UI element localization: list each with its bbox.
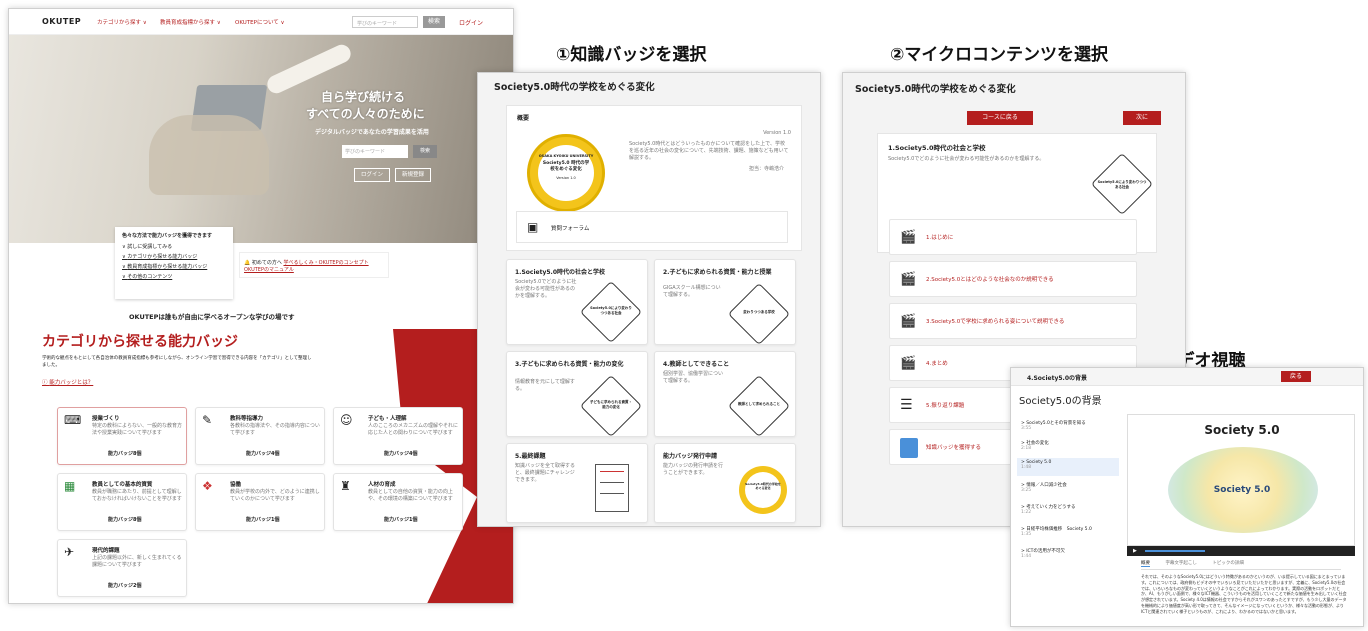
micro-content-item[interactable]: 🎬 1.はじめに [889, 219, 1137, 255]
header: OKUTEP カテゴリから探す ∨ 教員育成指標から探す ∨ OKUTEPについ… [9, 9, 513, 35]
tagline: OKUTEPは誰もが自由に学べるオープンな学びの場です [129, 313, 295, 321]
category-card[interactable]: ♜ 人材の育成 教員としての自他の資質・能力の向上や、その環境の構築について学び… [333, 473, 463, 531]
ways-item[interactable]: ∨ カテゴリから探せる能力バッジ [122, 253, 226, 260]
ability-badge-medal: Society5.0時代の学校をめぐる変化 [739, 466, 787, 514]
blackboard-icon: ▦ [64, 479, 76, 493]
search-input[interactable]: 学びのキーワード [352, 16, 418, 28]
collaboration-icon: ❖ [202, 479, 213, 493]
category-card[interactable]: ✎ 教科等指導力 各教科の指導法や、その指導内容について学びます 能力バッジ4個 [195, 407, 325, 465]
video-controls[interactable]: ▶ [1127, 546, 1355, 556]
step-2-label: ②マイクロコンテンツを選択 [890, 45, 1109, 65]
first-time-box: 🔔 初めての方へ 学べるしくみ・OKUTEPのコンセプト OKUTEPのマニュア… [239, 252, 389, 278]
chapter-item[interactable]: > 情報／人口減少社会 3:25 [1021, 482, 1067, 493]
video-title: Society5.0の背景 [1019, 396, 1102, 407]
video-player[interactable]: Society 5.0 Society 5.0 [1127, 414, 1355, 546]
micro-page-title: Society5.0時代の学校をめぐる変化 [855, 84, 1016, 95]
category-card[interactable]: ☺ 子ども・人理解 人のこころのメカニズムの理解やそれに応じた人との関わりについ… [333, 407, 463, 465]
chapter-list: > Society5.0とその背景を知る 3:55 > 社会の変化 2:18 > S… [1015, 416, 1121, 566]
badge-page-title: Society5.0時代の学校をめぐる変化 [494, 82, 655, 93]
people-icon: ☺ [340, 413, 353, 427]
bell-icon: 🔔 [244, 260, 251, 266]
version-label: Version 1.0 [763, 130, 791, 136]
nav-category[interactable]: カテゴリから探す ∨ [97, 18, 147, 26]
clapperboard-icon: 🎬 [900, 356, 917, 371]
logo[interactable]: OKUTEP [42, 17, 81, 26]
chapter-item[interactable]: > Society5.0とその背景を知る 3:55 [1021, 420, 1086, 431]
video-screen: 4.Society5.0の背景 戻る Society5.0の背景 > Socie… [1010, 367, 1364, 627]
back-to-course-button[interactable]: コースに戻る [967, 111, 1033, 125]
video-tabs: 概要 字幕文字起こし トピックの詳細 [1141, 560, 1341, 570]
checklist-icon [595, 464, 629, 512]
what-badge-link[interactable]: ⓘ 能力バッジとは？ [42, 378, 93, 386]
category-title: カテゴリから探せる能力バッジ [42, 334, 238, 350]
ways-title: 色々な方法で能力バッジを獲得できます [122, 233, 213, 239]
search-button[interactable]: 検索 [423, 16, 445, 28]
video-back-button[interactable]: 戻る [1281, 371, 1311, 382]
overview-label: 概要 [517, 115, 530, 122]
tab-topics[interactable]: トピックの詳細 [1212, 561, 1244, 566]
category-card[interactable]: ⌨ 授業づくり 特定の教科によらない、一般的な教育方法や授業実践について学びます… [57, 407, 187, 465]
category-card[interactable]: ▦ 教員としての基本的資質 教員が職務にあたり、前提として理解しておかなければい… [57, 473, 187, 531]
modern-issue-icon: ✈ [64, 545, 75, 559]
chapter-item[interactable]: > 社会の変化 2:18 [1021, 440, 1049, 451]
slide-title: Society 5.0 [1204, 423, 1280, 437]
forum-link[interactable]: ▣ 質問フォーラム [516, 211, 788, 243]
document-icon [900, 438, 918, 458]
micro-content-item[interactable]: 🎬 2.Society5.0とはどのような社会なのか説明できる [889, 261, 1137, 297]
slide-center-label: Society 5.0 [1213, 485, 1271, 495]
list-icon: ☰ [900, 397, 913, 413]
chapter-item[interactable]: > ICTの活用が不可欠 1:44 [1021, 548, 1065, 559]
hero-title-2: すべての人々のために [306, 107, 425, 121]
ways-item[interactable]: ∨ 教員育成指標から探せる能力バッジ [122, 263, 226, 270]
badge-medal: OSAKA KYOIKU UNIVERSITY Society5.0 時代の学校… [527, 134, 605, 212]
forum-icon: ▣ [527, 220, 539, 234]
chapter-item-active[interactable]: > Society 5.0 1:48 [1017, 458, 1119, 476]
progress-bar[interactable] [1145, 550, 1205, 552]
category-card[interactable]: ❖ 協働 教員が学校の内外で、どのように連携していくのかについて学びます 能力バ… [195, 473, 325, 531]
first-time-label: 初めての方へ [251, 260, 282, 266]
knowledge-badge-card[interactable]: 4.教師としてできること 個別学習、協働学習について理解する。 教師として求めら… [654, 351, 796, 438]
classroom-icon: ⌨ [64, 413, 82, 427]
home-screen: OKUTEP カテゴリから探す ∨ 教員育成指標から探す ∨ OKUTEPについ… [8, 8, 514, 604]
category-card[interactable]: ✈ 現代的課題 上記の課題以外に、新しく生まれてくる課題について学びます 能力バ… [57, 539, 187, 597]
badge-description: Society5.0時代とはどういったものかについて確認をした上で、学校を巡る近… [629, 141, 789, 161]
nav-about[interactable]: OKUTEPについて ∨ [235, 18, 285, 26]
knowledge-badge-card[interactable]: 1.Society5.0時代の社会と学校 Society5.0でどのように社会が… [506, 259, 648, 345]
transcript-text: それでは、そのようなSociety5.0にはどういう特徴があるのかというのが、い… [1141, 574, 1347, 614]
growth-icon: ♜ [340, 479, 351, 493]
micro-content-item[interactable]: 🎬 3.Society5.0で学校に求められる姿について説明できる [889, 303, 1137, 339]
badge-screen: Society5.0時代の学校をめぐる変化 概要 Version 1.0 OSA… [477, 72, 821, 527]
play-icon[interactable]: ▶ [1133, 548, 1137, 554]
ways-box: 色々な方法で能力バッジを獲得できます ∨ 試しに受講してみる ∨ カテゴリから探… [115, 227, 233, 299]
tab-transcript[interactable]: 字幕文字起こし [1165, 561, 1197, 566]
next-button[interactable]: 次に [1123, 111, 1161, 125]
hero-subtitle: デジタルバッジであなたの学習成果を活用 [315, 129, 429, 136]
clapperboard-icon: 🎬 [900, 230, 917, 245]
clapperboard-icon: 🎬 [900, 272, 917, 287]
tab-overview[interactable]: 概要 [1141, 561, 1150, 567]
login-link[interactable]: ログイン [459, 18, 483, 27]
knowledge-badge-card[interactable]: 2.子どもに求められる資質・能力と授業 GIGAスクール構想について理解する。 … [654, 259, 796, 346]
step-1-label: ①知識バッジを選択 [556, 45, 707, 65]
nav-indicators[interactable]: 教員育成指標から探す ∨ [160, 18, 221, 26]
category-description: 学術的な観点をもとにして各自治体の教員育成指標も参考にしながら、オンライン学習で… [42, 356, 312, 368]
ways-item[interactable]: ∨ その他のコンテンツ [122, 273, 226, 280]
badge-apply-card[interactable]: 能力バッジ発行申請 能力バッジの発行申請を行うことができます。 Society5… [654, 443, 796, 523]
person-illustration [149, 115, 269, 195]
hero-login-button[interactable]: ログイン [354, 168, 390, 182]
chapter-item[interactable]: > 考えていく力をどうする 1:22 [1021, 504, 1075, 515]
clapperboard-icon: 🎬 [900, 314, 917, 329]
video-header: 4.Society5.0の背景 戻る [1011, 368, 1363, 386]
ways-item[interactable]: ∨ 試しに受講してみる [122, 243, 226, 250]
knowledge-badge-card[interactable]: 3.子どもに求められる資質・能力の変化 情報教育を元にして理解する。 子どもに求… [506, 351, 648, 438]
hero-title-1: 自ら学び続ける [321, 90, 406, 104]
badge-author: 担当：寺嶋浩介 [749, 166, 785, 172]
hero-search-button[interactable]: 検索 [413, 145, 437, 158]
hero-search-input[interactable]: 学びのキーワード [342, 145, 408, 158]
final-task-card[interactable]: 5.最終課題 知識バッジを全て取得すると、最終課題にチャレンジできます。 [506, 443, 648, 523]
teaching-icon: ✎ [202, 413, 213, 427]
hero-image: 自ら学び続ける すべての人々のために デジタルバッジであなたの学習成果を活用 学… [9, 35, 513, 243]
chapter-item[interactable]: > 日経平均株価推移 Society 5.0 1:35 [1021, 526, 1092, 537]
hero-register-button[interactable]: 新規登録 [395, 168, 431, 182]
